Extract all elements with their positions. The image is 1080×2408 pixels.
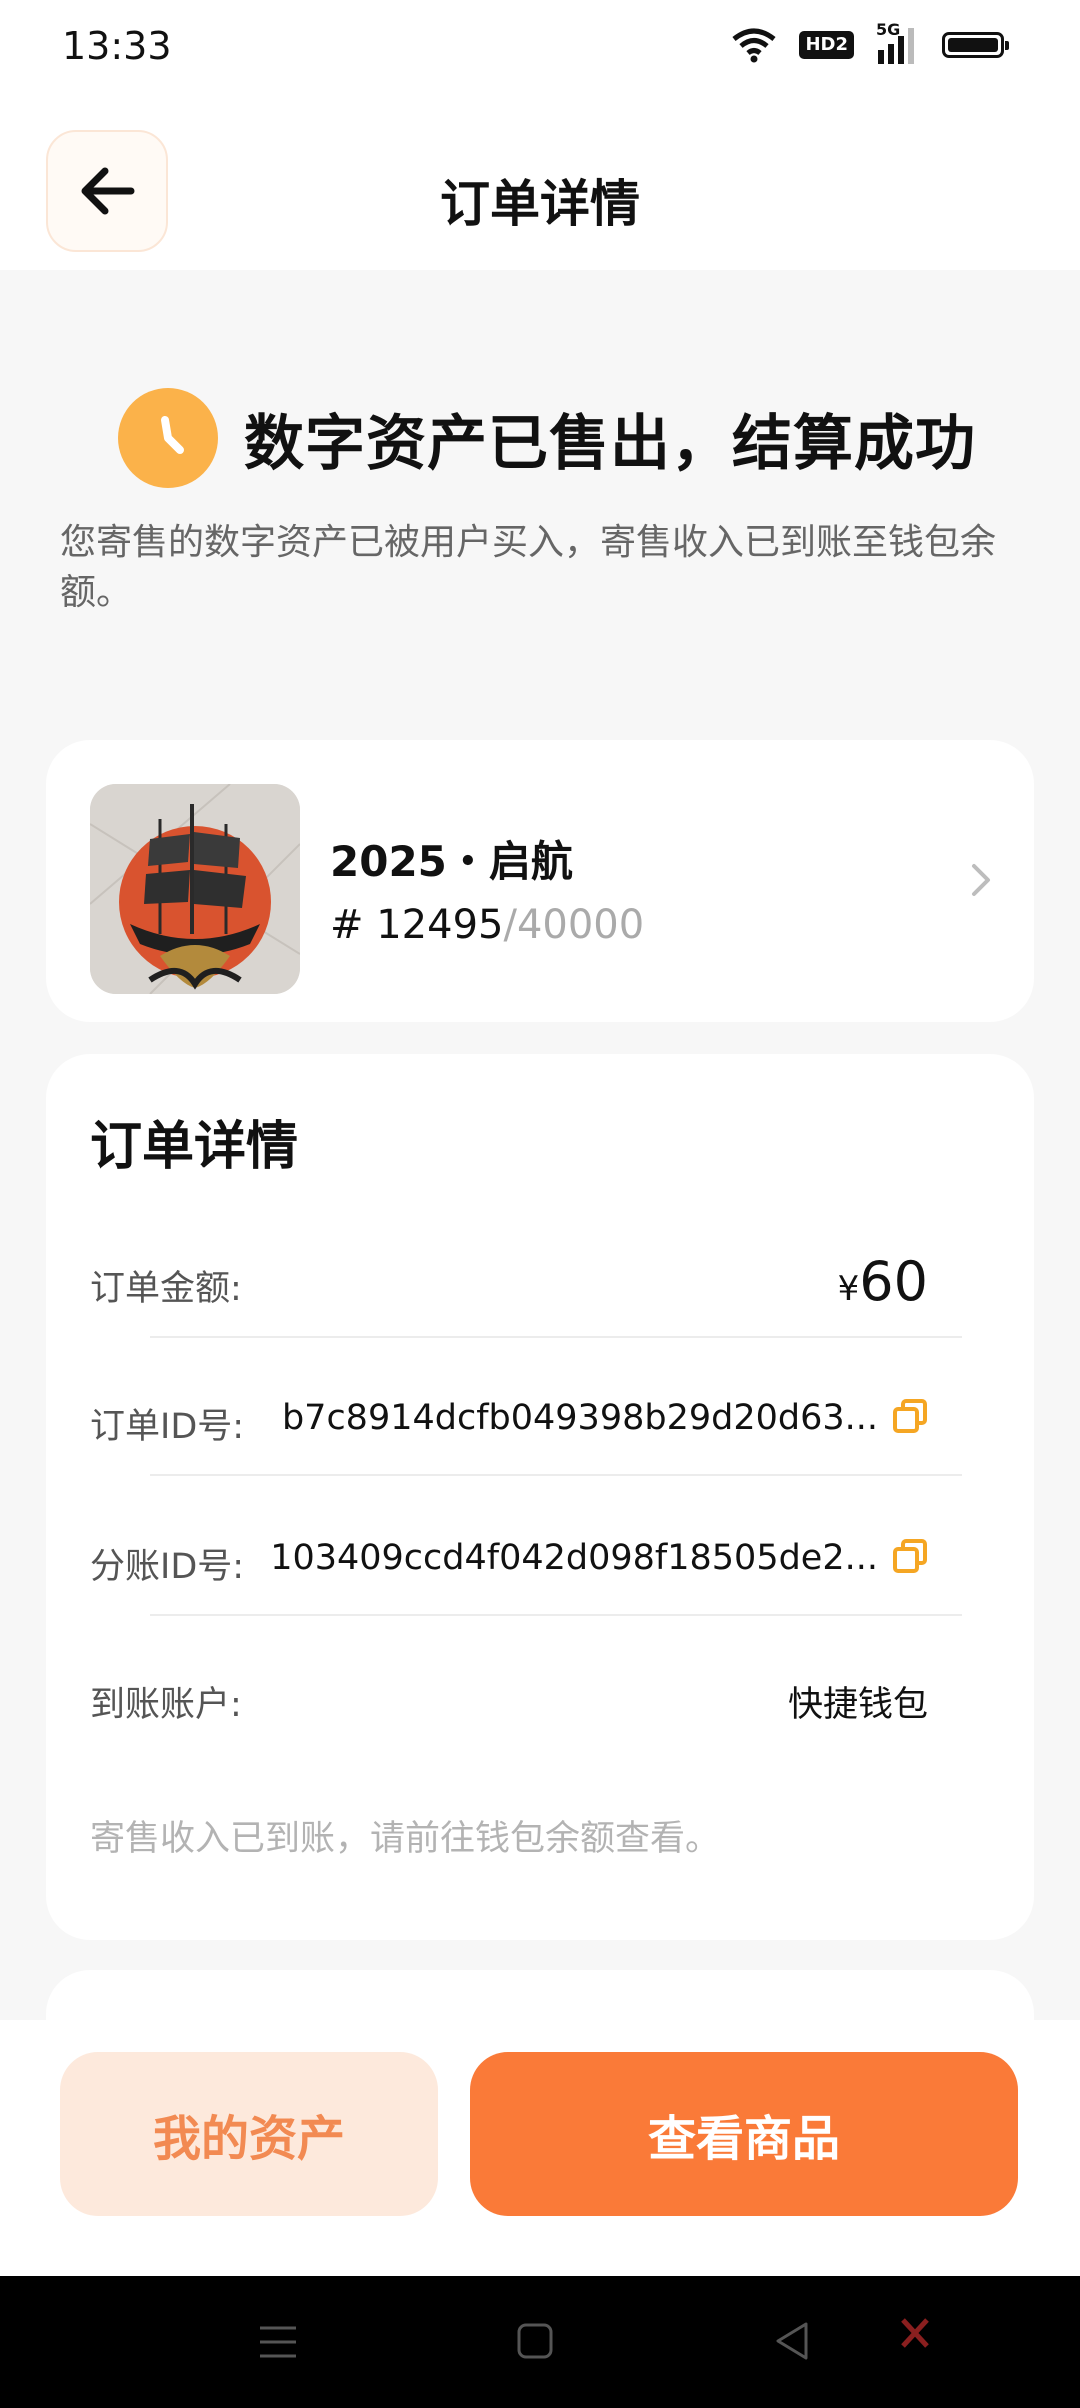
view-product-button[interactable]: 查看商品 bbox=[470, 2052, 1018, 2216]
split-id-row: 分账ID号: 103409ccd4f042d098f18505de2... bbox=[90, 1528, 928, 1588]
product-card[interactable]: 2025・启航 # 12495/40000 bbox=[46, 740, 1034, 1022]
page-title: 订单详情 bbox=[440, 175, 640, 233]
network-label: 5G bbox=[876, 20, 901, 39]
chevron-right-icon bbox=[972, 864, 990, 896]
amount-value: ¥60 bbox=[838, 1250, 928, 1313]
order-id-label: 订单ID号: bbox=[90, 1407, 245, 1447]
order-id-value: b7c8914dcfb049398b29d20d63... bbox=[281, 1398, 878, 1438]
success-title: 数字资产已售出，结算成功 bbox=[244, 408, 976, 479]
divider bbox=[150, 1336, 962, 1338]
split-id-label: 分账ID号: bbox=[90, 1547, 245, 1587]
status-icons: HD2 5G bbox=[731, 20, 1009, 64]
order-id-row: 订单ID号: b7c8914dcfb049398b29d20d63... bbox=[90, 1388, 928, 1448]
details-title: 订单详情 bbox=[90, 1117, 299, 1177]
back-triangle-icon[interactable] bbox=[772, 2320, 812, 2362]
battery-icon bbox=[942, 32, 1009, 58]
product-image bbox=[90, 784, 300, 994]
success-description: 您寄售的数字资产已被用户买入，寄售收入已到账至钱包余额。 bbox=[60, 522, 997, 613]
system-nav-bar bbox=[0, 2276, 1080, 2408]
amount-row: 订单金额: ¥60 bbox=[90, 1250, 928, 1313]
order-details-card: 订单详情 订单金额: ¥60 订单ID号: b7c8914dcfb049398b… bbox=[46, 1054, 1034, 1940]
amount-number: 60 bbox=[859, 1250, 928, 1313]
header: 订单详情 bbox=[0, 96, 1080, 270]
signal-indicator: 5G bbox=[876, 20, 920, 64]
amount-label: 订单金额: bbox=[90, 1269, 242, 1309]
settlement-note: 寄售收入已到账，请前往钱包余额查看。 bbox=[90, 1819, 721, 1859]
serial-total: /40000 bbox=[503, 902, 645, 948]
menu-icon[interactable] bbox=[258, 2322, 298, 2362]
account-row: 到账账户: 快捷钱包 bbox=[90, 1666, 928, 1726]
serial-number: 12495 bbox=[376, 902, 504, 948]
account-label: 到账账户: bbox=[90, 1685, 242, 1725]
hd-badge: HD2 bbox=[799, 31, 854, 59]
product-serial: # 12495/40000 bbox=[330, 902, 644, 948]
currency-symbol: ¥ bbox=[837, 1269, 860, 1309]
product-name: 2025・启航 bbox=[330, 837, 573, 886]
status-bar: 13:33 HD2 5G bbox=[0, 0, 1080, 96]
copy-icon[interactable] bbox=[892, 1398, 928, 1434]
my-assets-button[interactable]: 我的资产 bbox=[60, 2052, 438, 2216]
watermark bbox=[900, 2316, 930, 2350]
divider bbox=[150, 1614, 962, 1616]
split-id-value: 103409ccd4f042d098f18505de2... bbox=[270, 1538, 878, 1578]
wifi-icon bbox=[732, 28, 777, 63]
copy-icon[interactable] bbox=[892, 1538, 928, 1574]
success-banner: 数字资产已售出，结算成功 bbox=[118, 388, 976, 488]
account-value: 快捷钱包 bbox=[787, 1685, 928, 1725]
clock-icon bbox=[118, 388, 218, 488]
divider bbox=[150, 1474, 962, 1476]
status-time: 13:33 bbox=[62, 24, 172, 68]
bottom-action-bar: 我的资产 查看商品 bbox=[0, 2020, 1080, 2276]
home-icon[interactable] bbox=[516, 2322, 554, 2360]
watermark-logo-icon bbox=[901, 2318, 929, 2348]
serial-prefix: # bbox=[330, 902, 377, 948]
